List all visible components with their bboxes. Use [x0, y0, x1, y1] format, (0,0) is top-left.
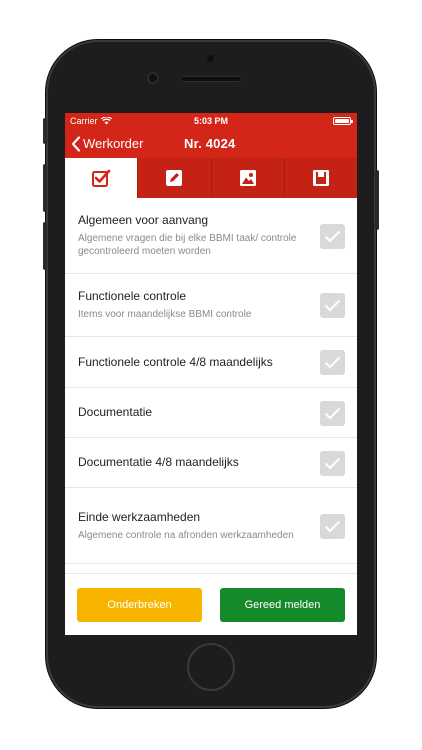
item-title: Documentatie 4/8 maandelijks [78, 455, 239, 469]
phone-frame: Carrier 5:03 PM Werkorder Nr. 4024 Algem… [43, 40, 379, 708]
checkbox[interactable] [320, 513, 345, 539]
power-button [375, 170, 379, 230]
checkbox[interactable] [320, 350, 345, 375]
checkmark-icon [324, 230, 341, 242]
item-title: Algemeen voor aanvang [78, 213, 209, 227]
list-item[interactable]: Einde werkzaamheden Algemene controle na… [65, 488, 357, 564]
nav-bar: Werkorder Nr. 4024 [65, 129, 357, 158]
page-title: Nr. 4024 [184, 136, 236, 151]
battery-icon [333, 117, 353, 125]
back-button[interactable]: Werkorder [65, 135, 144, 152]
pause-button[interactable]: Onderbreken [77, 587, 202, 622]
item-title: Functionele controle [78, 289, 187, 303]
checkbox[interactable] [320, 400, 345, 426]
tab-bar [65, 158, 357, 198]
item-title: Functionele controle 4/8 maandelijks [78, 354, 273, 369]
tab-save[interactable] [285, 158, 357, 198]
checkmark-icon [324, 457, 341, 469]
front-camera [147, 72, 159, 84]
tab-edit[interactable] [138, 158, 212, 198]
earpiece-speaker [180, 76, 242, 82]
home-button[interactable] [187, 643, 235, 691]
back-label: Werkorder [83, 136, 144, 151]
checkbox[interactable] [320, 450, 345, 476]
mute-switch [43, 118, 47, 144]
action-footer: Onderbreken Gereed melden [65, 573, 357, 635]
item-subtitle: Algemene vragen die bij elke BBMI taak/ … [78, 233, 297, 257]
screen: Carrier 5:03 PM Werkorder Nr. 4024 Algem… [65, 113, 357, 635]
checkmark-icon [324, 520, 341, 532]
list-item[interactable]: Functionele controle Items voor maandeli… [65, 274, 357, 337]
tab-images[interactable] [212, 158, 285, 198]
save-icon [312, 170, 329, 186]
proximity-sensor [207, 55, 214, 62]
list-item[interactable]: Documentatie [65, 388, 357, 438]
volume-up-button [43, 164, 47, 212]
checkmark-icon [324, 299, 341, 312]
list-item[interactable]: Functionele controle 4/8 maandelijks [65, 337, 357, 388]
complete-button[interactable]: Gereed melden [220, 587, 345, 622]
item-subtitle: Items voor maandelijkse BBMI controle [78, 309, 252, 320]
image-icon [239, 170, 256, 186]
checkmark-icon [324, 356, 341, 369]
clock: 5:03 PM [193, 116, 228, 126]
checkmark-icon [324, 407, 341, 419]
status-bar: Carrier 5:03 PM [65, 113, 357, 129]
checklist-list: Algemeen voor aanvang Algemene vragen di… [65, 198, 357, 578]
checkbox[interactable] [320, 293, 345, 318]
tab-checklist[interactable] [65, 158, 139, 198]
item-title: Einde werkzaamheden [78, 509, 201, 524]
list-item[interactable]: Algemeen voor aanvang Algemene vragen di… [65, 198, 357, 274]
item-title: Documentatie [78, 405, 153, 419]
chevron-left-icon [71, 135, 81, 152]
edit-icon [166, 170, 183, 186]
checkbox[interactable] [320, 223, 345, 249]
list-item[interactable]: Documentatie 4/8 maandelijks [65, 438, 357, 488]
checklist-icon [92, 169, 111, 187]
item-subtitle: Algemene controle na afronden werkzaamhe… [78, 529, 294, 541]
volume-down-button [43, 222, 47, 270]
